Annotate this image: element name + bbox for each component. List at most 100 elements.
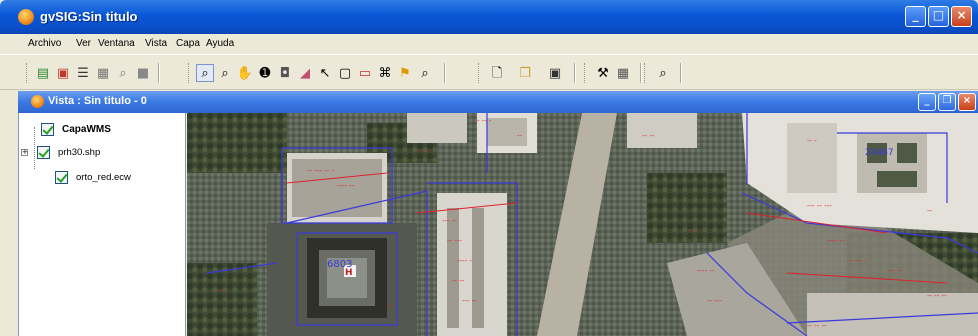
pan-icon[interactable]: ✋ [236,64,254,82]
tree-line [34,127,35,169]
menu-archivo[interactable]: Archivo [28,38,61,49]
save-project-icon[interactable]: ▣ [546,64,564,82]
view-close-button[interactable]: × [958,93,976,111]
area-icon[interactable]: ◢ [296,64,314,82]
zoom-layer-icon[interactable]: ⌕ [114,64,132,82]
select-icon[interactable]: ↖ [316,64,334,82]
zoom-out-icon[interactable]: ⌕ [216,64,234,82]
close-icon: × [962,95,972,106]
svg-text:-- -- --: -- -- -- [807,322,827,330]
toolbar-separator [640,63,642,83]
maximize-button[interactable]: □ [928,6,949,27]
locator-icon[interactable]: ⚑ [396,64,414,82]
svg-text:--- --: --- -- [887,267,902,275]
svg-text:-- -: -- - [807,137,817,145]
toolbar-grip[interactable] [188,63,191,83]
add-layer-icon[interactable]: ▤ [34,64,52,82]
select-rect-icon[interactable]: ▢ [336,64,354,82]
svg-text:--: -- [927,207,933,215]
view-title: Vista : Sin titulo - 0 [48,95,147,107]
maximize-icon: □ [932,8,945,22]
zoom-previous-icon[interactable]: ⌕ [416,64,434,82]
layer-manager-icon[interactable]: ☰ [74,64,92,82]
layer-item[interactable]: + prh30.shp [21,144,101,160]
close-icon: × [956,8,967,22]
view-icon [31,95,44,108]
menu-capa[interactable]: Capa [176,38,200,49]
svg-text:---- --: ---- -- [827,237,845,245]
layer-checkbox[interactable] [37,145,50,159]
map-image: -- --- -- - ---- -- -- -- --- -- -- --- … [187,113,978,336]
expand-icon[interactable]: + [21,149,28,156]
svg-text:--- --: --- -- [462,297,477,305]
menu-bar: Archivo Ver Ventana Vista Capa Ayuda [0,34,978,54]
svg-text:- --: - -- [217,287,227,295]
view-minimize-button[interactable]: _ [918,93,936,111]
new-project-icon[interactable]: 🗋 [488,64,506,82]
layer-checkbox[interactable] [41,122,54,136]
app-title: gvSIG:Sin titulo [40,9,138,24]
zoom-scale-icon[interactable]: ⌕ [654,64,672,82]
layer-properties-icon[interactable]: ▦ [94,64,112,82]
svg-text:-- ---: -- --- [447,237,462,245]
minimize-icon: _ [912,8,919,22]
menu-ventana[interactable]: Ventana [98,38,135,49]
open-project-icon[interactable]: ❐ [516,64,534,82]
info-icon[interactable]: ➊ [256,64,274,82]
menu-ver[interactable]: Ver [76,38,91,49]
svg-text:---- --: ---- -- [337,182,355,190]
svg-text:- -- -: - -- - [477,117,492,125]
svg-text:--- --: --- -- [442,217,457,225]
svg-text:--: -- [517,132,523,140]
minimize-icon: _ [924,95,930,106]
svg-text:---- -: ---- - [457,257,472,265]
toolbar-separator [444,63,446,83]
minimize-button[interactable]: _ [905,6,926,27]
svg-text:---- --: ---- -- [697,267,715,275]
layer-checkbox[interactable] [55,170,68,184]
menu-vista[interactable]: Vista [145,38,167,49]
restore-icon: ❐ [942,95,952,106]
overview-icon[interactable]: ■ [134,64,152,82]
close-button[interactable]: × [951,6,972,27]
svg-text:-- --: -- -- [642,132,655,140]
svg-text:-- --- -: -- --- - [847,257,867,265]
toolbar-grip[interactable] [584,63,587,83]
app-titlebar[interactable]: gvSIG:Sin titulo _ □ × [0,0,978,34]
table-icon[interactable]: ▦ [614,64,632,82]
toolbar-separator [680,63,682,83]
toolbar-separator [574,63,576,83]
parcel-label: 24467 [865,148,894,158]
select-polygon-icon[interactable]: ▭ [356,64,374,82]
view-restore-button[interactable]: ❐ [938,93,956,111]
svg-text:-- -- --: -- -- -- [927,292,947,300]
svg-text:-- --: -- -- [417,147,430,155]
toolbar-separator [158,63,160,83]
table-of-contents: CapaWMS + prh30.shp orto_red.ecw [18,113,186,336]
full-extent-icon[interactable]: ⌘ [376,64,394,82]
toolbar-grip[interactable] [478,63,481,83]
toolbar-grip[interactable] [644,63,647,83]
menu-ayuda[interactable]: Ayuda [206,38,234,49]
gvsig-logo-icon [18,9,34,25]
svg-text:----: ---- [687,227,698,235]
map-canvas[interactable]: -- --- -- - ---- -- -- -- --- -- -- --- … [187,113,978,336]
parcel-label: 6803 [327,259,352,270]
layer-item[interactable]: CapaWMS [41,121,111,137]
svg-text:-- ---: -- --- [707,297,722,305]
svg-text:--: -- [387,302,393,310]
layer-label: prh30.shp [58,146,101,158]
zoom-in-icon[interactable]: ⌕ [196,64,214,82]
layer-label: CapaWMS [62,123,111,135]
remove-layer-icon[interactable]: ▣ [54,64,72,82]
main-toolbar: ▤ ▣ ☰ ▦ ⌕ ■ ⌕ ⌕ ✋ ➊ ◘ ◢ ↖ ▢ ▭ ⌘ ⚑ ⌕ 🗋 ❐ … [0,54,978,90]
layer-label: orto_red.ecw [76,171,131,183]
view-titlebar[interactable]: Vista : Sin titulo - 0 _ ❐ × [18,91,978,113]
svg-text:-- --: -- -- [452,277,465,285]
measure-icon[interactable]: ◘ [276,64,294,82]
tools-icon[interactable]: ⚒ [594,64,612,82]
svg-text:-- --- -- -: -- --- -- - [307,167,334,175]
svg-text:--- -- ---: --- -- --- [807,202,832,210]
layer-item[interactable]: orto_red.ecw [55,169,131,185]
toolbar-grip[interactable] [26,63,29,83]
